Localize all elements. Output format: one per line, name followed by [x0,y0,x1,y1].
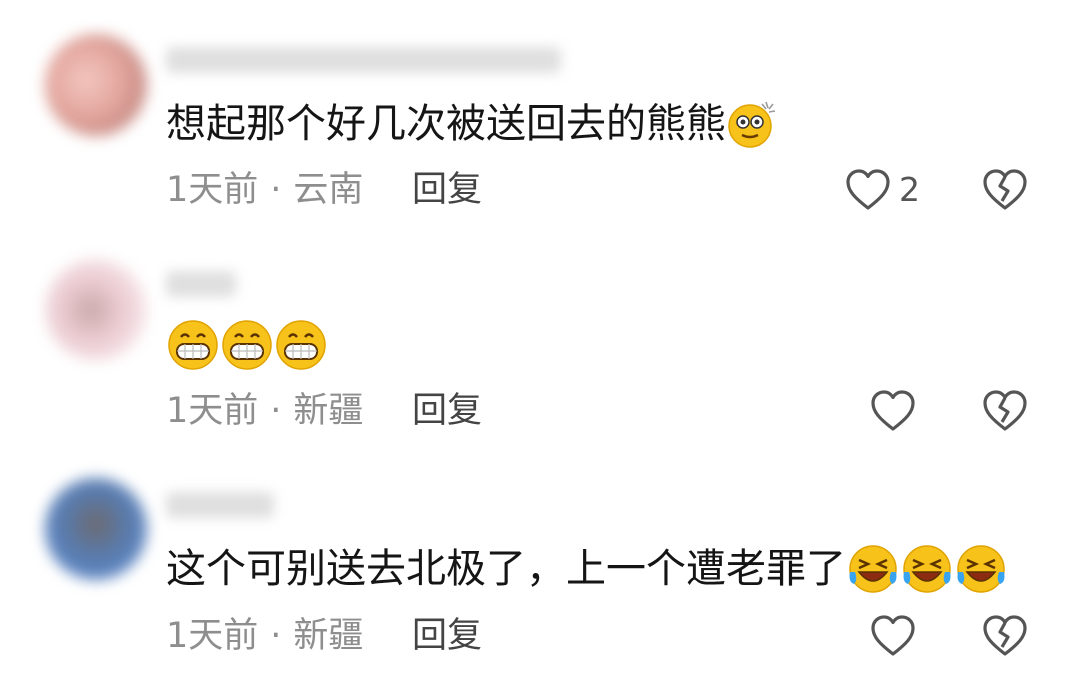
like-button[interactable]: 2 [845,168,920,212]
laugh-cry-face-emoji-icon [957,545,1005,593]
avatar[interactable] [45,259,147,361]
avatar[interactable] [45,478,147,580]
like-count: 2 [899,170,920,209]
comment-meta: 1天前 · 云南 [166,168,363,212]
reply-button[interactable]: 回复 [412,168,482,212]
heart-icon [871,615,915,656]
comment-text: 想起那个好几次被送回去的熊熊 [166,98,778,150]
comment-text-content: 这个可别送去北极了，上一个遭老罪了 [166,546,846,592]
partial-icon-top [992,0,1032,8]
meta-separator: · [270,391,282,431]
broken-heart-icon[interactable] [982,389,1028,433]
reply-button[interactable]: 回复 [412,614,482,658]
reply-button[interactable]: 回复 [412,389,482,433]
username-blurred[interactable] [166,47,561,73]
comment-text-content: 想起那个好几次被送回去的熊熊 [166,101,726,147]
comment-location: 云南 [293,170,364,210]
comment-location: 新疆 [293,391,364,431]
laugh-cry-face-emoji-icon [903,545,951,593]
comment-meta: 1天前 · 新疆 [166,614,363,658]
grin-face-emoji-icon [222,320,272,370]
like-button[interactable] [870,614,916,658]
like-button[interactable] [870,389,916,433]
username-blurred[interactable] [166,271,236,297]
laugh-cry-face-emoji-icon [849,545,897,593]
comment-text: 这个可别送去北极了，上一个遭老罪了 [166,542,1008,596]
meta-separator: · [270,616,282,656]
meta-separator: · [270,170,282,210]
heart-icon [871,390,915,431]
grin-face-emoji-icon [168,320,218,370]
comment-time: 1天前 [166,170,259,210]
comment-time: 1天前 [166,391,259,431]
comment-location: 新疆 [293,616,364,656]
dizzy-face-emoji-icon [728,101,776,148]
username-blurred[interactable] [166,492,274,518]
avatar[interactable] [45,34,147,136]
heart-icon [846,169,890,210]
comment-time: 1天前 [166,616,259,656]
broken-heart-icon[interactable] [982,168,1028,212]
comment-meta: 1天前 · 新疆 [166,389,363,433]
grin-face-emoji-icon [276,320,326,370]
broken-heart-icon[interactable] [982,614,1028,658]
comment-text [166,318,328,372]
